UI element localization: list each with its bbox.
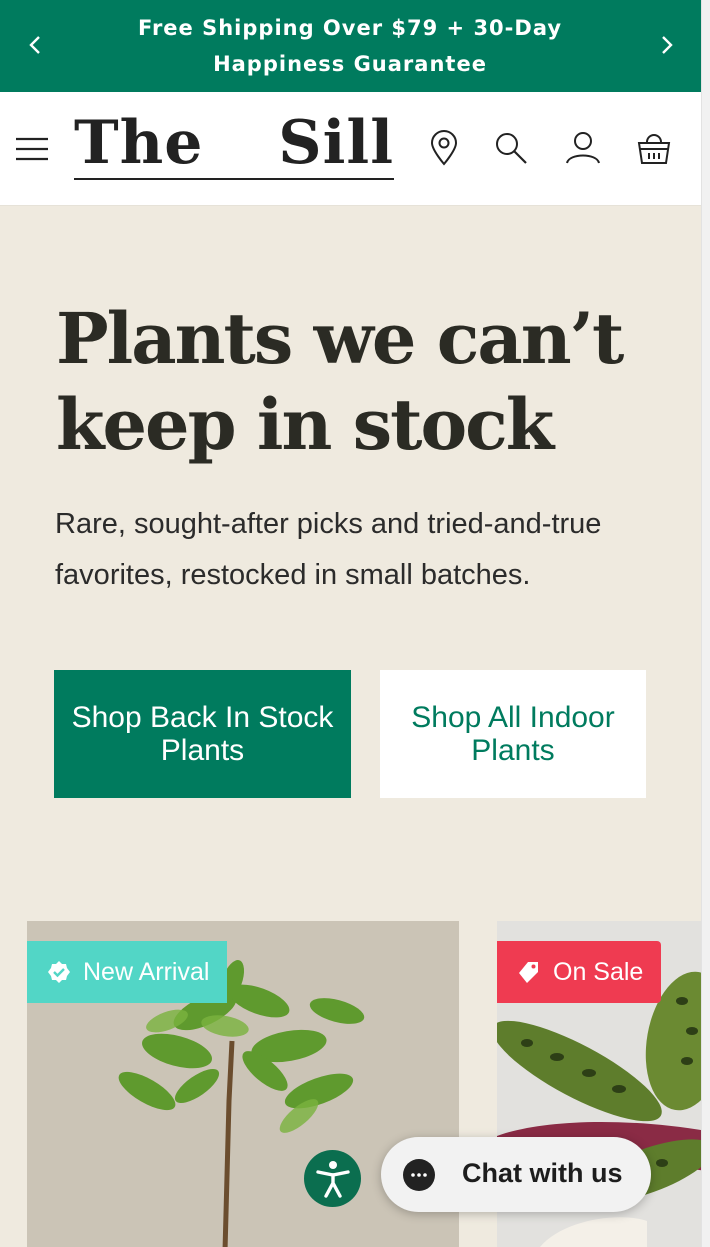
chat-label: Chat with us [462, 1158, 623, 1188]
search-icon[interactable] [491, 128, 531, 168]
announcement-text[interactable]: Free Shipping Over $79 + 30-Day Happines… [70, 10, 630, 82]
chat-widget-button[interactable]: Chat with us [381, 1137, 651, 1212]
chevron-left-icon[interactable] [20, 30, 50, 60]
site-header: The Sill [0, 92, 701, 206]
on-sale-badge: On Sale [497, 941, 662, 1003]
account-icon[interactable] [563, 128, 603, 168]
site-logo[interactable]: The Sill [74, 108, 394, 180]
announcement-bar: Free Shipping Over $79 + 30-Day Happines… [0, 0, 701, 92]
scrollbar[interactable] [701, 0, 710, 1247]
chevron-right-icon[interactable] [652, 30, 682, 60]
accessibility-icon[interactable] [304, 1150, 361, 1207]
shop-back-in-stock-button[interactable]: Shop Back In Stock Plants [54, 670, 351, 798]
verified-badge-icon [47, 960, 71, 984]
logo-word-the: The [74, 108, 204, 178]
cart-basket-icon[interactable] [634, 128, 674, 168]
badge-label: New Arrival [83, 957, 210, 986]
location-pin-icon[interactable] [424, 128, 464, 168]
shop-all-indoor-plants-button[interactable]: Shop All Indoor Plants [380, 670, 646, 798]
new-arrival-badge: New Arrival [27, 941, 228, 1003]
badge-label: On Sale [553, 957, 644, 986]
chat-bubble-icon [403, 1159, 435, 1191]
hero-subtitle: Rare, sought-after picks and tried-and-t… [55, 508, 602, 591]
menu-icon[interactable] [12, 129, 52, 169]
hero-title: Plants we can’t keep in stock [56, 297, 624, 466]
logo-word-sill: Sill [278, 108, 394, 178]
price-tag-icon [517, 960, 541, 984]
page: Free Shipping Over $79 + 30-Day Happines… [0, 0, 710, 1247]
